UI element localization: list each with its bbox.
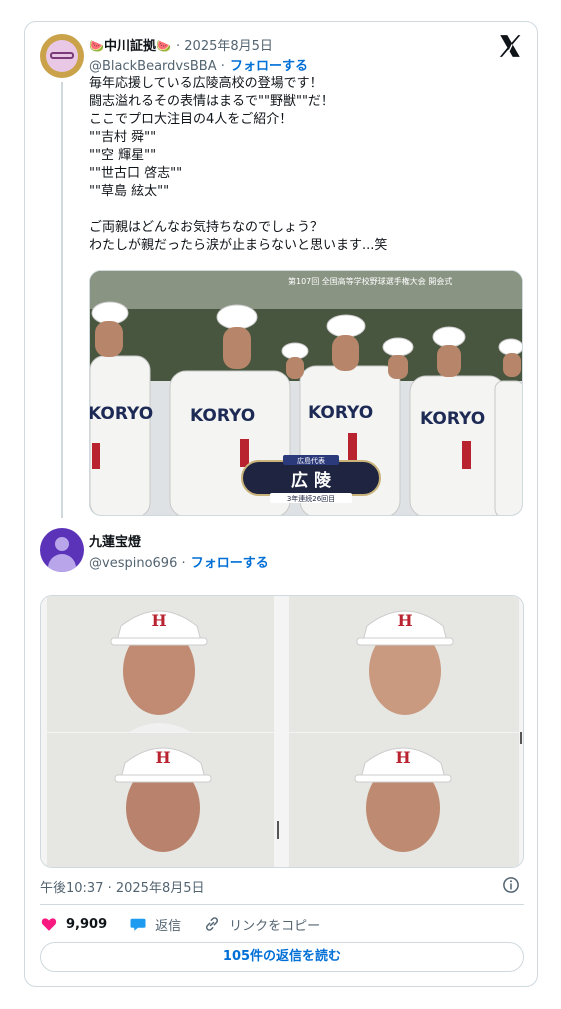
banner-appearances: 3年連続26回目 <box>287 494 335 503</box>
follow-button[interactable]: フォローする <box>230 59 308 74</box>
heart-icon <box>41 918 57 931</box>
author-name[interactable]: 中川証拠 <box>104 39 156 54</box>
author-handle[interactable]: @BlackBeardvsBBA · <box>89 59 225 74</box>
portraits-grid: H H H H <box>41 596 523 867</box>
link-icon <box>206 917 219 931</box>
reply-button[interactable]: 返信 <box>129 915 181 934</box>
uniform-lettering: KORYO <box>308 403 373 423</box>
team-march-photo: KORYO KORYO KORYO KORYO 第107回 全国高等学校野球選手… <box>90 271 522 515</box>
quoted-author-name[interactable]: 九蓮宝燈 <box>89 531 141 550</box>
uniform-lettering: KORYO <box>420 409 485 429</box>
tweet-actions: 9,909 返信 リンクをコピー <box>40 914 342 934</box>
info-icon[interactable] <box>502 876 520 894</box>
x-logo-icon[interactable] <box>497 33 523 59</box>
tweet-photo[interactable]: KORYO KORYO KORYO KORYO 第107回 全国高等学校野球選手… <box>89 270 523 516</box>
watermelon-icon: 🍉 <box>89 39 104 53</box>
reply-label: 返信 <box>155 918 182 934</box>
uniform-lettering: KORYO <box>90 404 153 424</box>
author-avatar[interactable] <box>40 34 84 78</box>
quoted-follow-button[interactable]: フォローする <box>191 556 269 571</box>
thread-line <box>61 82 63 518</box>
read-replies-button[interactable]: 105件の返信を読む <box>40 942 524 972</box>
svg-text:H: H <box>397 611 412 630</box>
like-count: 9,909 <box>66 916 108 932</box>
author-header: 🍉中川証拠🍉 · 2025年8月5日 <box>89 35 273 54</box>
copy-link-button[interactable]: リンクをコピー <box>203 915 320 934</box>
author-handle-row: @BlackBeardvsBBA · フォローする <box>89 55 308 74</box>
watermelon-icon: 🍉 <box>155 39 171 53</box>
banner-school: 広 陵 <box>291 470 332 491</box>
quoted-author-avatar[interactable] <box>40 528 84 572</box>
player-portraits-photo[interactable]: H H H H <box>40 595 524 868</box>
svg-text:H: H <box>151 611 166 630</box>
copy-link-label: リンクをコピー <box>229 918 321 934</box>
quoted-handle-row: @vespino696 · フォローする <box>89 552 269 571</box>
tweet-text: 毎年応援している広陵高校の登場です！ 闘志溢れるその表情はまるで""野獣""だ！… <box>89 76 388 253</box>
tweet-timestamp[interactable]: 午後10:37 · 2025年8月5日 <box>40 877 205 896</box>
like-button[interactable]: 9,909 <box>40 915 107 933</box>
banner-region: 広島代表 <box>297 456 325 465</box>
tweet-date[interactable]: · 2025年8月5日 <box>176 39 273 54</box>
broadcast-caption: 第107回 全国高等学校野球選手権大会 開会式 <box>288 276 452 286</box>
svg-text:H: H <box>155 748 170 767</box>
reply-icon <box>130 918 146 931</box>
divider <box>40 904 524 905</box>
uniform-lettering: KORYO <box>190 406 255 426</box>
svg-text:H: H <box>395 748 410 767</box>
quoted-author-handle[interactable]: @vespino696 · <box>89 556 186 571</box>
